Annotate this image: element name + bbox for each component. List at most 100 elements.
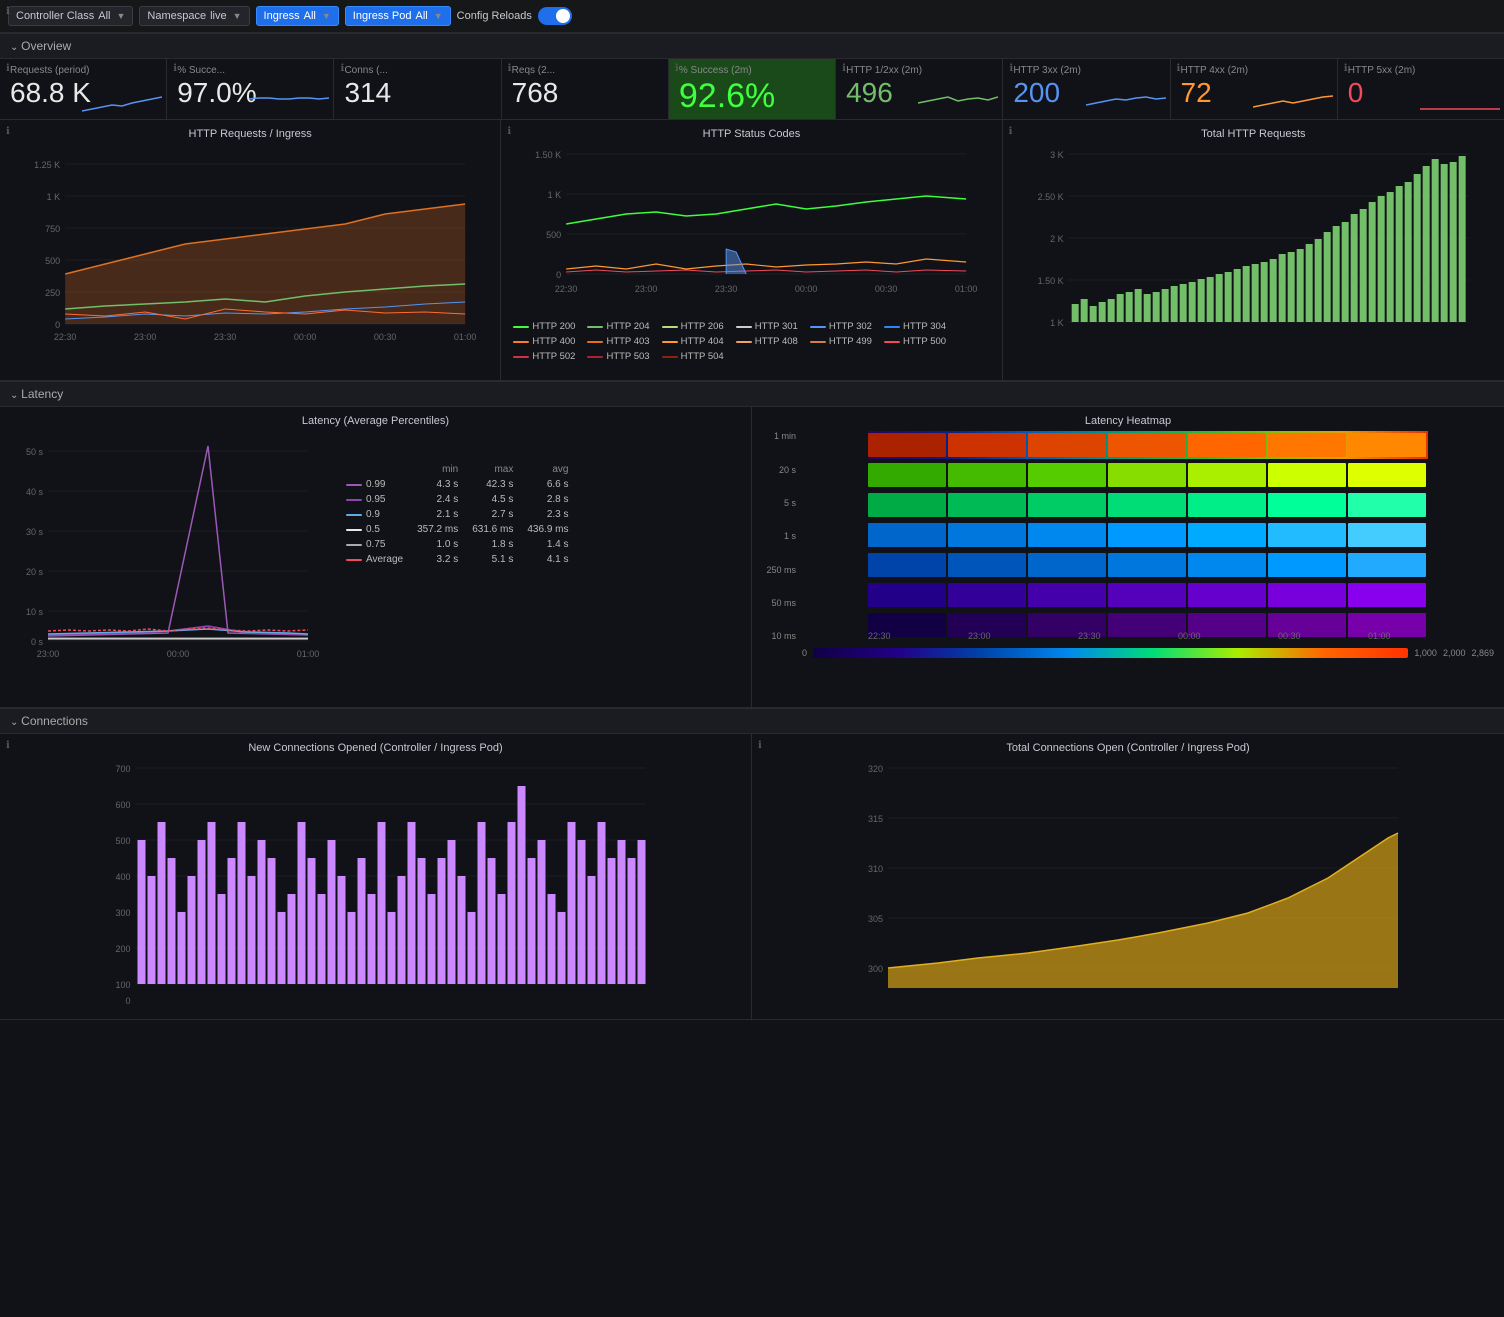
legend-http502: HTTP 502 [513, 351, 575, 362]
heatmap-y-10ms: 10 ms [760, 631, 796, 641]
stat-info-icon: ℹ [1344, 63, 1348, 74]
svg-text:50 s: 50 s [26, 447, 44, 457]
svg-text:20 s: 20 s [26, 567, 44, 577]
heatmap-colorbar-max: 2,869 [1471, 648, 1494, 658]
mini-chart [1086, 89, 1166, 117]
stat-label: Requests (period) [10, 65, 156, 76]
chart-info-icon: ℹ [6, 740, 10, 751]
namespace-filter[interactable]: Namespace live ▼ [139, 6, 249, 26]
http-requests-chart: ℹ HTTP Requests / Ingress 1.25 K 1 K 750… [0, 120, 501, 380]
svg-text:0: 0 [125, 996, 130, 1006]
ingress-filter[interactable]: Ingress All ▼ [256, 6, 339, 26]
legend-http500: HTTP 500 [884, 336, 946, 347]
svg-text:30 s: 30 s [26, 527, 44, 537]
chart-info-icon: ℹ [6, 126, 10, 137]
mini-chart [249, 89, 329, 117]
chart-title: Latency (Average Percentiles) [8, 415, 743, 427]
svg-text:40 s: 40 s [26, 487, 44, 497]
stat-label: Reqs (2... [512, 65, 658, 76]
svg-text:200: 200 [115, 944, 130, 954]
heatmap-colorbar-min: 0 [802, 648, 807, 658]
latency-row-075: 0.75 1.0 s 1.8 s 1.4 s [340, 538, 575, 551]
stat-value: 768 [512, 78, 658, 109]
stat-http-5xx: ℹ HTTP 5xx (2m) 0 [1338, 59, 1504, 119]
svg-text:23:30: 23:30 [715, 284, 738, 294]
legend-http404: HTTP 404 [662, 336, 724, 347]
stat-info-icon: ℹ [6, 63, 10, 74]
latency-section-header[interactable]: Latency [0, 381, 1504, 407]
chart-title: HTTP Status Codes [509, 128, 993, 140]
stat-label: HTTP 1/2xx (2m) [846, 65, 992, 76]
chart-title: Total Connections Open (Controller / Ing… [760, 742, 1496, 754]
heatmap-svg: 22:30 23:00 23:30 00:00 00:30 01:00 [800, 431, 1496, 641]
chart-title: HTTP Requests / Ingress [8, 128, 492, 140]
svg-text:500: 500 [45, 256, 60, 266]
svg-text:1 K: 1 K [1050, 318, 1064, 328]
stat-http-1xx-2xx: ℹ HTTP 1/2xx (2m) 496 [836, 59, 1003, 119]
total-http-svg: 3 K 2.50 K 2 K 1.50 K 1 K [1011, 144, 1496, 364]
latency-row-090: 0.9 2.1 s 2.7 s 2.3 s [340, 508, 575, 521]
chevron-down-icon: ▼ [322, 11, 331, 21]
chart-info-icon: ℹ [758, 740, 762, 751]
svg-text:23:00: 23:00 [37, 649, 60, 659]
heatmap-y-50ms: 50 ms [760, 598, 796, 608]
svg-text:00:00: 00:00 [795, 284, 818, 294]
stat-reqs: ℹ Reqs (2... 768 [502, 59, 669, 119]
svg-text:310: 310 [868, 864, 883, 874]
legend-http302: HTTP 302 [810, 321, 872, 332]
stat-info-icon: ℹ [1177, 63, 1181, 74]
svg-text:3 K: 3 K [1050, 150, 1064, 160]
overview-section-header[interactable]: Overview [0, 33, 1504, 59]
controller-class-filter[interactable]: Controller Class All ▼ [8, 6, 133, 26]
svg-text:700: 700 [115, 764, 130, 774]
svg-text:00:30: 00:30 [374, 332, 397, 342]
svg-text:23:30: 23:30 [1078, 631, 1101, 641]
svg-text:01:00: 01:00 [297, 649, 320, 659]
connections-title: Connections [21, 714, 88, 728]
stat-info-icon: ℹ [675, 63, 679, 74]
http-charts-row: ℹ HTTP Requests / Ingress 1.25 K 1 K 750… [0, 120, 1504, 381]
svg-text:400: 400 [115, 872, 130, 882]
ingress-value: All [304, 10, 316, 22]
stat-value: 314 [344, 78, 490, 109]
stat-info-icon: ℹ [1009, 63, 1013, 74]
svg-text:2 K: 2 K [1050, 234, 1064, 244]
total-http-requests-chart: ℹ Total HTTP Requests 3 K 2.50 K 2 K 1.5… [1003, 120, 1504, 380]
legend-http403: HTTP 403 [587, 336, 649, 347]
stat-label: HTTP 3xx (2m) [1013, 65, 1159, 76]
new-connections-svg: 700 600 500 400 300 200 100 0 [8, 758, 743, 1008]
svg-text:500: 500 [115, 836, 130, 846]
ingress-pod-value: All [415, 10, 427, 22]
ingress-pod-label: Ingress Pod [353, 10, 412, 22]
connections-section-header[interactable]: Connections [0, 708, 1504, 734]
svg-text:22:30: 22:30 [868, 631, 891, 641]
svg-text:00:00: 00:00 [167, 649, 190, 659]
svg-text:300: 300 [868, 964, 883, 974]
svg-text:01:00: 01:00 [955, 284, 978, 294]
stat-info-icon: ℹ [173, 63, 177, 74]
mini-chart [1420, 89, 1500, 117]
svg-text:1 K: 1 K [47, 192, 61, 202]
latency-percentiles-chart: ℹ Latency (Average Percentiles) 50 s 40 … [0, 407, 752, 707]
heatmap-colorbar-2000: 2,000 [1443, 648, 1466, 658]
config-reloads-toggle[interactable] [538, 7, 572, 25]
latency-row-095: 0.95 2.4 s 4.5 s 2.8 s [340, 493, 575, 506]
latency-row-099: 0.99 4.3 s 42.3 s 6.6 s [340, 478, 575, 491]
latency-heatmap-chart: ℹ Latency Heatmap 1 min 20 s 5 s 1 s 250… [752, 407, 1504, 707]
stat-success-2m: ℹ % Success (2m) 92.6% [669, 59, 836, 119]
namespace-label: Namespace [147, 10, 206, 22]
stats-row: ℹ Requests (period) 68.8 K ℹ % Succe... … [0, 59, 1504, 120]
config-reloads-label: Config Reloads [457, 10, 532, 22]
stat-http-4xx: ℹ HTTP 4xx (2m) 72 [1171, 59, 1338, 119]
svg-text:01:00: 01:00 [1368, 631, 1391, 641]
ingress-pod-filter[interactable]: Ingress Pod All ▼ [345, 6, 451, 26]
heatmap-colorbar-1000: 1,000 [1414, 648, 1437, 658]
latency-table: min max avg 0.99 4.3 s 42.3 s 6.6 s 0.95… [338, 461, 577, 568]
svg-text:100: 100 [115, 980, 130, 990]
heatmap-y-250ms: 250 ms [760, 565, 796, 575]
latency-percentiles-svg: 50 s 40 s 30 s 20 s 10 s 0 s 23:00 [8, 431, 328, 671]
total-connections-chart: ℹ Total Connections Open (Controller / I… [752, 734, 1504, 1019]
svg-text:320: 320 [868, 764, 883, 774]
latency-row-050: 0.5 357.2 ms 631.6 ms 436.9 ms [340, 523, 575, 536]
svg-text:0: 0 [556, 270, 561, 280]
